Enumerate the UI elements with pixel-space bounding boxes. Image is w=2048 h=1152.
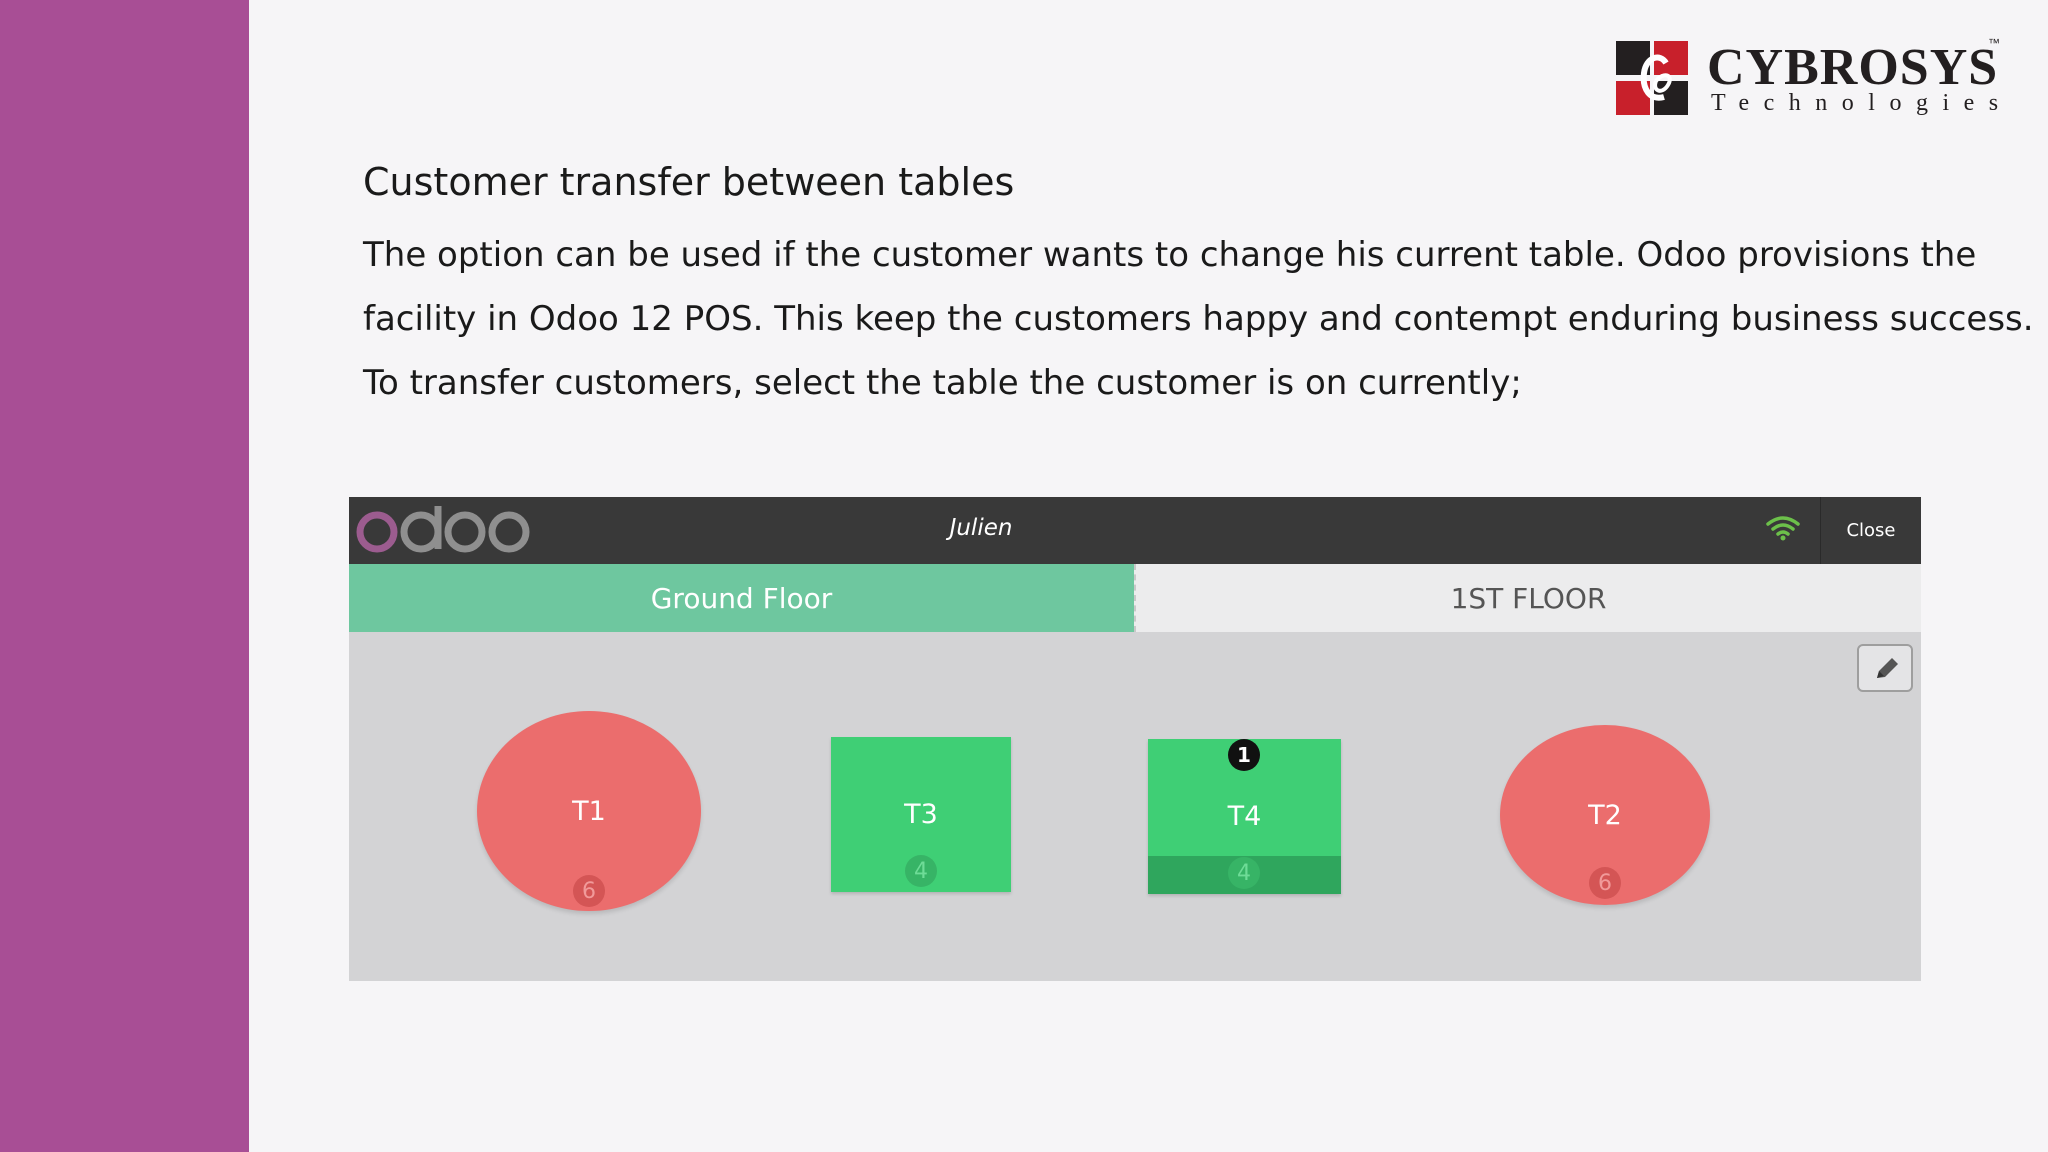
seat-count-badge: 4 (1228, 857, 1260, 889)
seat-count-badge: 4 (905, 855, 937, 887)
table-name: T3 (904, 799, 938, 830)
paragraph-line: The option can be used if the customer w… (363, 235, 1977, 275)
close-button[interactable]: Close (1820, 497, 1921, 564)
brand-name: CYBROSYS (1707, 39, 1999, 96)
order-count-badge: 1 (1228, 739, 1260, 771)
tab-ground-floor[interactable]: Ground Floor (349, 564, 1134, 632)
seat-count-badge: 6 (1589, 867, 1621, 899)
table-name: T1 (572, 795, 606, 827)
floor-tabs: Ground Floor 1ST FLOOR (349, 564, 1921, 632)
wifi-icon (1766, 516, 1800, 541)
seat-count-badge: 6 (573, 875, 605, 907)
table-name: T2 (1588, 799, 1622, 831)
slide-heading: Customer transfer between tables (363, 160, 1015, 204)
table-t1[interactable]: T1 6 (477, 711, 701, 911)
paragraph-line: facility in Odoo 12 POS. This keep the c… (363, 299, 2034, 339)
table-name: T4 (1227, 801, 1262, 832)
tab-first-floor[interactable]: 1ST FLOOR (1134, 564, 1921, 632)
pencil-icon (1877, 658, 1898, 678)
pos-cashier-name[interactable]: Julien (349, 515, 1613, 541)
slide-sidebar-band (0, 0, 249, 1152)
table-t4[interactable]: 1 T4 4 (1148, 739, 1341, 894)
pos-screenshot: Julien Close Ground Floor 1ST FLOOR T1 6… (349, 497, 1921, 981)
cybrosys-logo: CYBROSYS ™ Technologies (1616, 36, 2006, 118)
paragraph-line: To transfer customers, select the table … (363, 363, 1522, 403)
table-t3[interactable]: T3 4 (831, 737, 1011, 892)
floor-plan: T1 6 T3 4 1 T4 4 T2 6 (349, 632, 1921, 981)
brand-trademark: ™ (1988, 36, 2000, 50)
brand-subtitle: Technologies (1711, 90, 2013, 116)
table-t2[interactable]: T2 6 (1500, 725, 1710, 905)
edit-floor-button[interactable] (1857, 644, 1913, 692)
cybrosys-logo-mark-icon (1616, 41, 1688, 115)
pos-header: Julien Close (349, 497, 1921, 564)
